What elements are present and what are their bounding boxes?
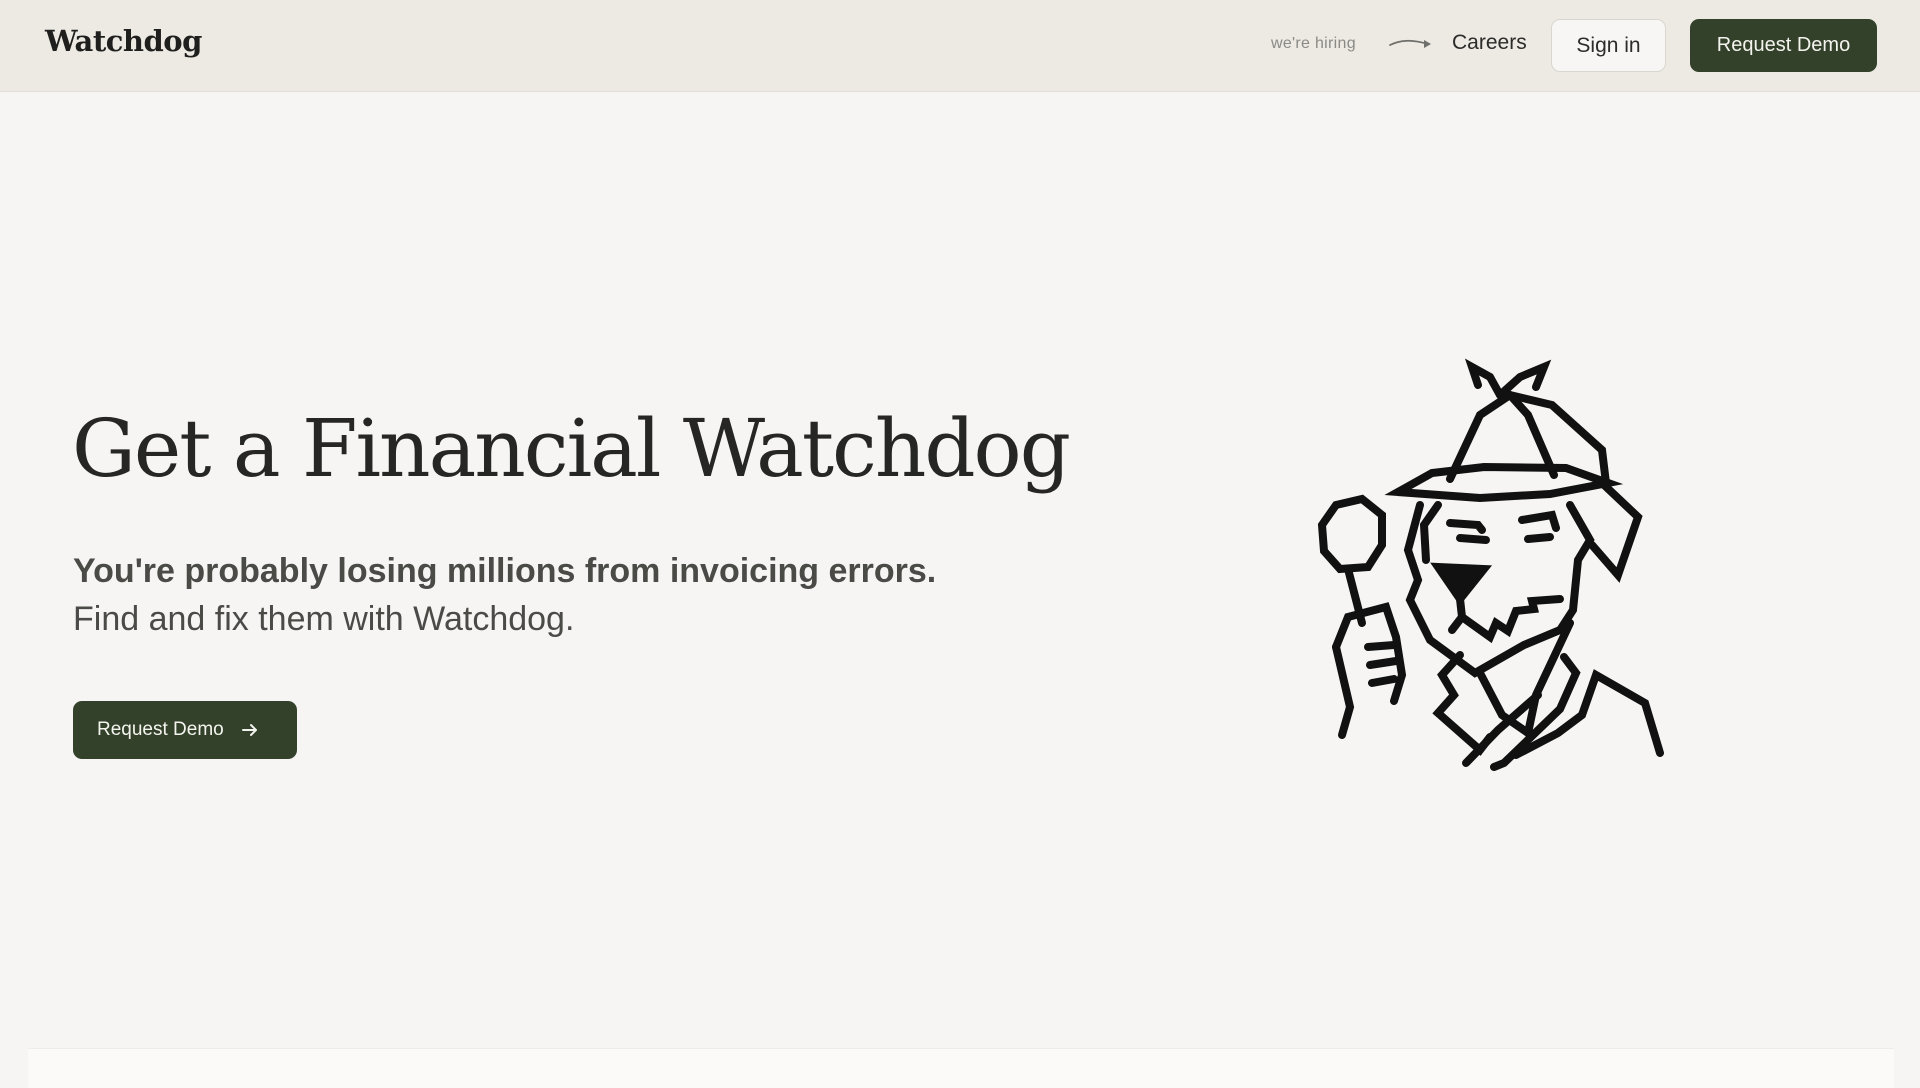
arrow-right-icon (241, 724, 257, 736)
hero-title: Get a Financial Watchdog (72, 402, 1071, 495)
top-navigation-bar: Watchdog we're hiring Careers Sign in Re… (0, 0, 1920, 92)
request-demo-label: Request Demo (97, 719, 224, 740)
logo[interactable]: Watchdog (45, 24, 202, 58)
request-demo-button-header[interactable]: Request Demo (1690, 19, 1877, 72)
hiring-note: we're hiring (1271, 35, 1356, 52)
detective-dog-illustration (1317, 358, 1664, 771)
request-demo-button-hero[interactable]: Request Demo (73, 701, 297, 759)
curved-arrow-icon (1389, 39, 1431, 48)
careers-link[interactable]: Careers (1452, 31, 1527, 55)
sign-in-button[interactable]: Sign in (1551, 19, 1666, 72)
hero-lead-text: You're probably losing millions from inv… (73, 552, 937, 590)
hero-sub-text: Find and fix them with Watchdog. (73, 600, 575, 638)
next-section-edge (28, 1048, 1894, 1088)
